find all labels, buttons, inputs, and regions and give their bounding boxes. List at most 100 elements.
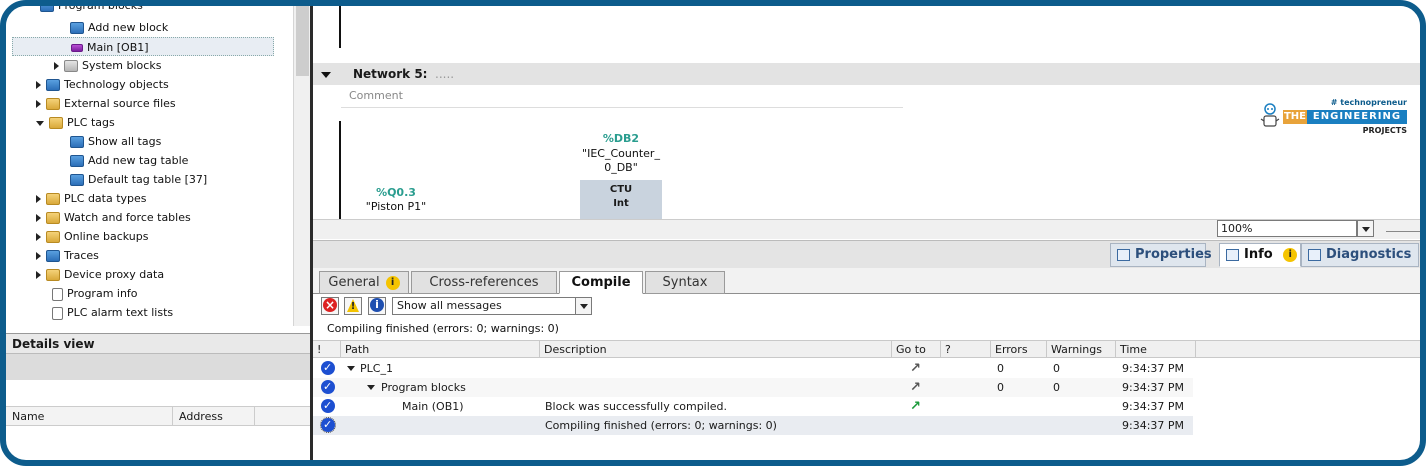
table-row[interactable]: Compiling finished (errors: 0; warnings:… <box>313 415 1193 435</box>
source-files-icon <box>46 98 60 110</box>
tab-diagnostics[interactable]: Diagnostics <box>1301 243 1419 267</box>
info-badge-icon: i <box>1283 247 1298 262</box>
expand-arrow-icon[interactable] <box>54 62 59 70</box>
goto-arrow-icon[interactable]: ↗ <box>910 397 921 416</box>
subtab-cross-references[interactable]: Cross-references <box>411 271 557 294</box>
col-question[interactable]: ? <box>940 341 951 358</box>
logo-projects: PROJECTS <box>1362 126 1407 135</box>
tags-icon <box>70 136 84 148</box>
column-address[interactable]: Address <box>172 407 223 426</box>
column-name[interactable]: Name <box>12 407 44 426</box>
ctu-label: CTU <box>609 184 633 195</box>
chevron-down-icon[interactable] <box>575 297 592 315</box>
proxy-icon <box>46 269 60 281</box>
scrollbar-thumb[interactable] <box>296 6 309 76</box>
tree-item-add-new-tag-table[interactable]: Add new tag table <box>70 151 188 170</box>
tab-properties[interactable]: Properties <box>1110 243 1212 267</box>
collapse-arrow-icon[interactable] <box>36 120 44 126</box>
logo-the: THE <box>1283 110 1307 124</box>
tree-item-watch-force-tables[interactable]: Watch and force tables <box>36 208 191 227</box>
window-frame: Program blocks Add new block Main [OB1] … <box>0 0 1426 466</box>
network-header[interactable]: Network 5: ..... <box>313 63 1420 85</box>
info-badge-icon: i <box>385 275 400 290</box>
show-errors-icon[interactable] <box>321 297 339 315</box>
expand-arrow-icon[interactable] <box>36 214 41 222</box>
subtab-compile[interactable]: Compile <box>559 271 643 294</box>
zoom-select[interactable]: 100% <box>1217 220 1357 237</box>
expand-arrow-icon[interactable] <box>36 81 41 89</box>
folder-icon <box>40 6 54 12</box>
logo-engineering: ENGINEERING <box>1307 110 1407 124</box>
table-row[interactable]: PLC_1 ↗ 0 0 9:34:37 PM <box>313 358 1193 378</box>
tree-item-plc-alarm-text-lists[interactable]: PLC alarm text lists <box>52 303 173 322</box>
add-block-icon <box>70 22 84 34</box>
power-rail <box>339 121 341 221</box>
row-warnings: 0 <box>1053 362 1060 375</box>
tree-item-program-info[interactable]: Program info <box>52 284 138 303</box>
collapse-network-icon[interactable] <box>321 72 331 78</box>
robot-logo-icon <box>1259 102 1281 132</box>
expand-arrow-icon[interactable] <box>36 195 41 203</box>
row-path: Program blocks <box>381 381 466 394</box>
zoom-dropdown-button[interactable] <box>1357 220 1374 237</box>
network-comment[interactable]: Comment <box>341 86 903 108</box>
output-name: "Piston P1" <box>365 200 427 213</box>
show-info-icon[interactable] <box>368 297 386 315</box>
tree-item-plc-tags[interactable]: PLC tags <box>36 113 115 132</box>
tree-item-show-all-tags[interactable]: Show all tags <box>70 132 161 151</box>
ctu-block[interactable]: CTU Int <box>580 180 662 219</box>
col-time[interactable]: Time <box>1115 341 1147 358</box>
details-view-header[interactable]: Details view <box>6 333 310 354</box>
logo-hashtag: # technopreneur <box>1330 98 1407 107</box>
tree-item-external-source-files[interactable]: External source files <box>36 94 176 113</box>
message-filter-select[interactable]: Show all messages <box>392 297 576 315</box>
col-bang[interactable]: ! <box>313 341 321 358</box>
project-tree: Program blocks Add new block Main [OB1] … <box>6 6 293 326</box>
tree-item-program-blocks[interactable]: Program blocks <box>40 6 143 15</box>
technology-icon <box>46 79 60 91</box>
goto-arrow-icon[interactable]: ↗ <box>910 378 921 397</box>
traces-icon <box>46 250 60 262</box>
success-check-icon <box>321 377 335 396</box>
goto-arrow-icon[interactable]: ↗ <box>910 359 921 378</box>
col-description[interactable]: Description <box>539 341 607 358</box>
subtab-syntax[interactable]: Syntax <box>645 271 725 294</box>
expand-arrow-icon[interactable] <box>36 271 41 279</box>
tree-item-main-ob1[interactable]: Main [OB1] <box>12 37 274 56</box>
col-goto[interactable]: Go to <box>891 341 926 358</box>
zoom-slider[interactable] <box>1386 226 1420 232</box>
power-rail <box>339 6 341 48</box>
network-title: Network 5: <box>353 67 428 81</box>
success-check-icon <box>321 358 335 377</box>
expand-arrow-icon[interactable] <box>36 252 41 260</box>
table-row[interactable]: Main (OB1) Block was successfully compil… <box>313 396 1193 416</box>
subtab-general[interactable]: General i <box>319 271 409 294</box>
table-row[interactable]: Program blocks ↗ 0 0 9:34:37 PM <box>313 377 1193 397</box>
tree-item-add-new-block[interactable]: Add new block <box>70 18 168 37</box>
tab-info[interactable]: Info i <box>1219 243 1301 267</box>
row-path: Main (OB1) <box>402 400 464 413</box>
tree-item-default-tag-table[interactable]: Default tag table [37] <box>70 170 207 189</box>
show-warnings-icon[interactable] <box>344 297 362 315</box>
system-blocks-icon <box>64 60 78 72</box>
expand-arrow-icon[interactable] <box>36 233 41 241</box>
tree-scrollbar[interactable] <box>293 6 310 326</box>
expand-arrow-icon[interactable] <box>36 100 41 108</box>
collapse-arrow-icon[interactable] <box>347 366 355 371</box>
details-view-toolbar <box>6 354 310 380</box>
details-view-columns: Name Address <box>6 406 310 426</box>
tree-item-device-proxy-data[interactable]: Device proxy data <box>36 265 164 284</box>
output-address: %Q0.3 <box>376 186 416 199</box>
tree-item-traces[interactable]: Traces <box>36 246 99 265</box>
db-name-line2: 0_DB" <box>604 161 638 174</box>
row-errors: 0 <box>997 381 1004 394</box>
col-errors[interactable]: Errors <box>990 341 1028 358</box>
col-path[interactable]: Path <box>340 341 369 358</box>
success-check-icon <box>320 415 336 434</box>
col-warnings[interactable]: Warnings <box>1046 341 1102 358</box>
tree-item-technology-objects[interactable]: Technology objects <box>36 75 169 94</box>
collapse-arrow-icon[interactable] <box>367 385 375 390</box>
tree-item-online-backups[interactable]: Online backups <box>36 227 148 246</box>
tree-item-system-blocks[interactable]: System blocks <box>54 56 161 75</box>
tree-item-plc-data-types[interactable]: PLC data types <box>36 189 147 208</box>
